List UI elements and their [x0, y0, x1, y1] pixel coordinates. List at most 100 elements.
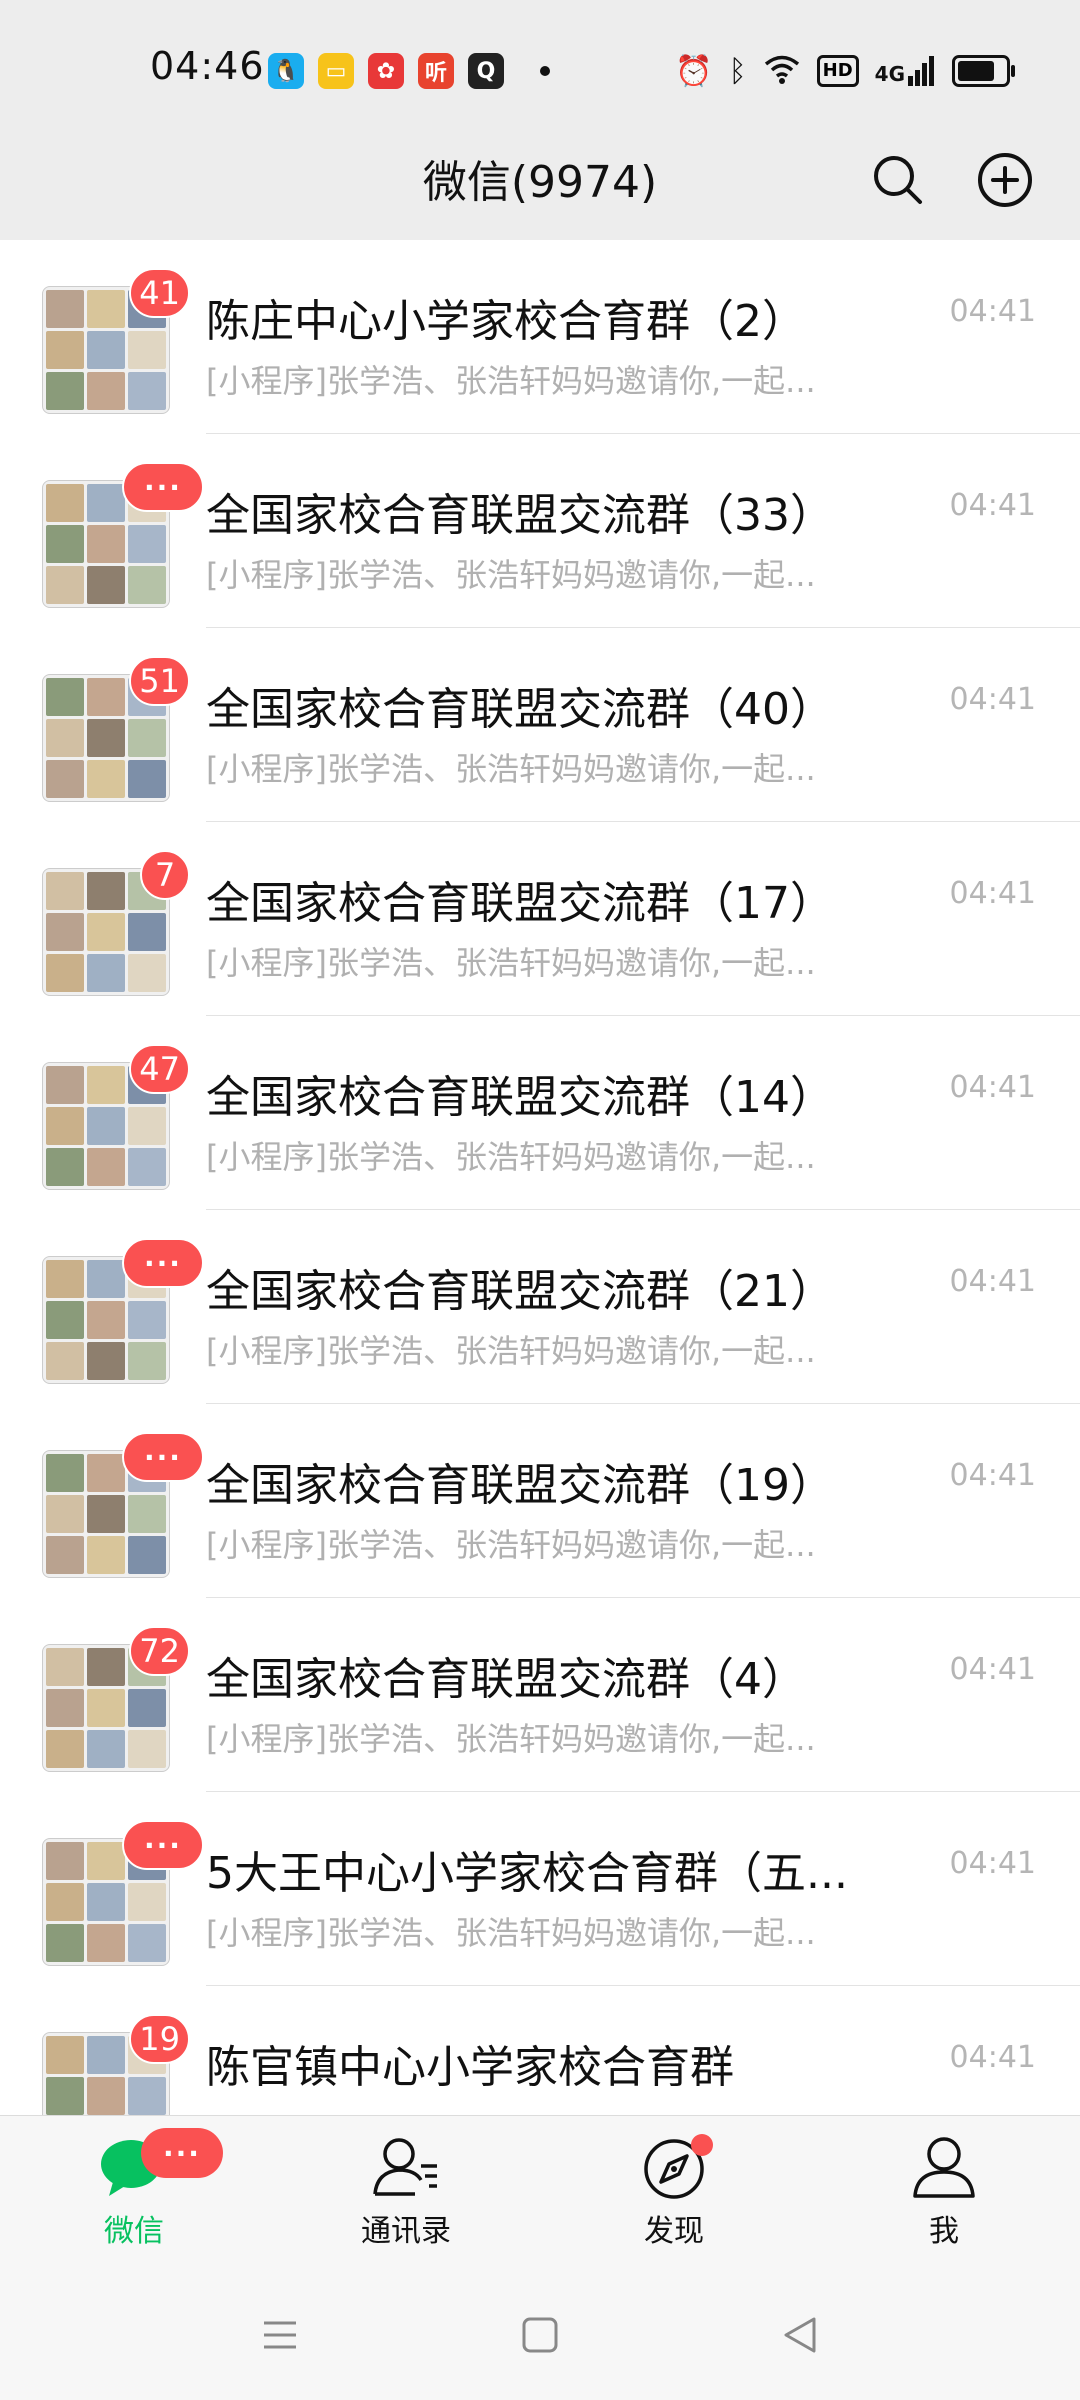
status-time: 04:46	[150, 44, 265, 88]
unread-badge: ···	[122, 1820, 204, 1870]
chat-title: 陈庄中心小学家校合育群（2）	[206, 296, 806, 347]
chat-row[interactable]: ··· 全国家校合育联盟交流群（21） [小程序]张学浩、张浩轩妈妈邀请你,一起..…	[0, 1210, 1080, 1404]
group-avatar-container: 47	[42, 1044, 190, 1192]
chat-row[interactable]: ··· 5大王中心小学家校合育群（五... [小程序]张学浩、张浩轩妈妈邀请你,一起…	[0, 1792, 1080, 1986]
unread-badge: 7	[140, 850, 190, 900]
chat-time: 04:41	[949, 1652, 1036, 1687]
member-avatar-thumb	[87, 1842, 125, 1880]
member-avatar-thumb	[87, 331, 125, 369]
chat-list[interactable]: 41 陈庄中心小学家校合育群（2） [小程序]张学浩、张浩轩妈妈邀请你,一起... 0…	[0, 240, 1080, 2115]
status-bar: 04:46 🐧 ▭ ✿ 听 Q ⏰ ᛒ HD 4G	[0, 0, 1080, 130]
back-icon	[784, 2317, 816, 2353]
member-avatar-thumb	[87, 525, 125, 563]
chat-row[interactable]: 47 全国家校合育联盟交流群（14） [小程序]张学浩、张浩轩妈妈邀请你,一起...…	[0, 1016, 1080, 1210]
member-avatar-thumb	[46, 1536, 84, 1574]
member-avatar-thumb	[87, 872, 125, 910]
signal-label: 4G	[874, 62, 905, 86]
member-avatar-thumb	[128, 525, 166, 563]
chat-title: 全国家校合育联盟交流群（19）	[206, 1460, 834, 1511]
chat-time: 04:41	[949, 876, 1036, 911]
member-avatar-thumb	[128, 719, 166, 757]
member-avatar-thumb	[128, 954, 166, 992]
member-avatar-thumb	[128, 1689, 166, 1727]
member-avatar-thumb	[46, 1842, 84, 1880]
member-avatar-thumb	[87, 1301, 125, 1339]
group-avatar-container: 7	[42, 850, 190, 998]
alarm-icon: ⏰	[675, 53, 713, 89]
home-button[interactable]	[510, 2305, 570, 2365]
member-avatar-thumb	[87, 1536, 125, 1574]
chat-row[interactable]: 72 全国家校合育联盟交流群（4） [小程序]张学浩、张浩轩妈妈邀请你,一起... 0…	[0, 1598, 1080, 1792]
member-avatar-thumb	[46, 1924, 84, 1962]
group-avatar-container: 51	[42, 656, 190, 804]
member-avatar-thumb	[87, 290, 125, 328]
tab-contacts[interactable]: 通讯录	[326, 2134, 486, 2254]
listen-icon: 听	[418, 53, 454, 89]
member-avatar-thumb	[128, 1301, 166, 1339]
signal-4g-icon: 4G	[875, 56, 936, 86]
tab-discover[interactable]: 发现	[594, 2134, 754, 2254]
member-avatar-thumb	[46, 1107, 84, 1145]
chat-row[interactable]: ··· 全国家校合育联盟交流群（33） [小程序]张学浩、张浩轩妈妈邀请你,一起..…	[0, 434, 1080, 628]
chat-title: 陈官镇中心小学家校合育群	[206, 2042, 734, 2093]
chat-time: 04:41	[949, 1070, 1036, 1105]
member-avatar-thumb	[87, 2036, 125, 2074]
person-icon	[913, 2137, 975, 2198]
group-avatar-container: 72	[42, 1626, 190, 1774]
chat-title: 5大王中心小学家校合育群（五...	[206, 1848, 848, 1899]
chat-time: 04:41	[949, 1458, 1036, 1493]
wifi-icon	[763, 54, 801, 88]
unread-badge: 19	[129, 2014, 190, 2064]
member-avatar-thumb	[46, 954, 84, 992]
add-button[interactable]	[975, 150, 1035, 210]
chat-row[interactable]: 7 全国家校合育联盟交流群（17） [小程序]张学浩、张浩轩妈妈邀请你,一起... 0…	[0, 822, 1080, 1016]
member-avatar-thumb	[87, 1107, 125, 1145]
member-avatar-thumb	[87, 719, 125, 757]
tab-label: 微信	[104, 2214, 164, 2249]
notification-icons: 🐧 ▭ ✿ 听 Q	[268, 50, 550, 92]
menu-button[interactable]	[250, 2305, 310, 2365]
chat-time: 04:41	[949, 682, 1036, 717]
chat-row[interactable]: 41 陈庄中心小学家校合育群（2） [小程序]张学浩、张浩轩妈妈邀请你,一起... 0…	[0, 240, 1080, 434]
member-avatar-thumb	[128, 2077, 166, 2115]
contacts-icon	[373, 2138, 437, 2196]
chat-title: 全国家校合育联盟交流群（21）	[206, 1266, 834, 1317]
search-icon	[874, 156, 922, 204]
group-avatar-container: ···	[42, 1238, 204, 1386]
member-avatar-thumb	[128, 1924, 166, 1962]
member-avatar-thumb	[46, 1883, 84, 1921]
member-avatar-thumb	[128, 1883, 166, 1921]
member-avatar-thumb	[46, 566, 84, 604]
tab-label: 发现	[644, 2214, 704, 2249]
chat-row[interactable]: 19 陈官镇中心小学家校合育群 04:41	[0, 1986, 1080, 2115]
tab-chats[interactable]: ··· 微信	[54, 2128, 223, 2254]
home-icon	[522, 2317, 558, 2353]
chat-preview: [小程序]张学浩、张浩轩妈妈邀请你,一起...	[206, 944, 816, 982]
member-avatar-thumb	[87, 1883, 125, 1921]
member-avatar-thumb	[128, 331, 166, 369]
unread-badge: 41	[129, 268, 190, 318]
chat-time: 04:41	[949, 2040, 1036, 2075]
app-icon: ✿	[368, 53, 404, 89]
member-avatar-thumb	[46, 760, 84, 798]
member-avatar-thumb	[46, 1301, 84, 1339]
member-avatar-thumb	[128, 566, 166, 604]
member-avatar-thumb	[128, 1495, 166, 1533]
chat-time: 04:41	[949, 294, 1036, 329]
qq-icon: 🐧	[268, 53, 304, 89]
member-avatar-thumb	[87, 678, 125, 716]
member-avatar-thumb	[46, 1495, 84, 1533]
member-avatar-thumb	[87, 1648, 125, 1686]
unread-badge: 72	[129, 1626, 190, 1676]
tab-me[interactable]: 我	[864, 2134, 1024, 2254]
member-avatar-thumb	[87, 1260, 125, 1298]
search-button[interactable]	[868, 150, 928, 210]
back-button[interactable]	[770, 2305, 830, 2365]
menu-icon	[264, 2321, 296, 2349]
chat-title: 全国家校合育联盟交流群（33）	[206, 490, 834, 541]
tab-label: 我	[929, 2214, 959, 2249]
chat-row[interactable]: 51 全国家校合育联盟交流群（40） [小程序]张学浩、张浩轩妈妈邀请你,一起...…	[0, 628, 1080, 822]
unread-badge: 51	[129, 656, 190, 706]
member-avatar-thumb	[128, 372, 166, 410]
chat-row[interactable]: ··· 全国家校合育联盟交流群（19） [小程序]张学浩、张浩轩妈妈邀请你,一起..…	[0, 1404, 1080, 1598]
